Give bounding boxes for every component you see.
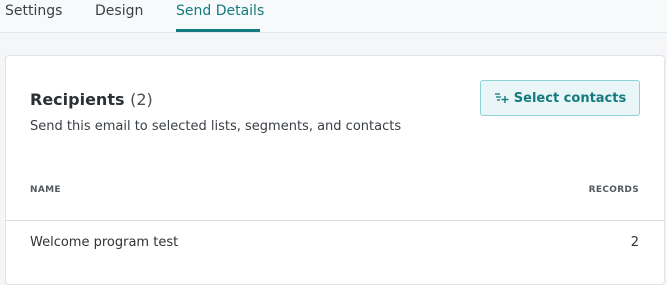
recipients-subtitle: Send this email to selected lists, segme… (30, 119, 402, 134)
table-row[interactable]: Welcome program test 2 (6, 221, 664, 265)
tab-bar: Settings Design Send Details (0, 0, 667, 33)
select-contacts-button[interactable]: Select contacts (480, 80, 640, 116)
row-name: Welcome program test (30, 235, 179, 250)
recipients-title-label: Recipients (30, 90, 125, 109)
tab-design[interactable]: Design (95, 3, 143, 19)
tab-settings[interactable]: Settings (5, 3, 62, 19)
select-contacts-label: Select contacts (513, 90, 627, 106)
column-header-records[interactable]: RECORDS (589, 185, 639, 195)
column-header-name[interactable]: NAME (30, 185, 61, 195)
row-records: 2 (630, 235, 639, 250)
tab-send-details[interactable]: Send Details (176, 3, 264, 19)
recipients-count: (2) (130, 90, 153, 109)
recipients-card: Recipients (2) Send this email to select… (5, 55, 665, 285)
active-tab-indicator (176, 29, 260, 32)
recipients-title: Recipients (2) (30, 90, 153, 109)
add-list-icon (494, 91, 510, 105)
